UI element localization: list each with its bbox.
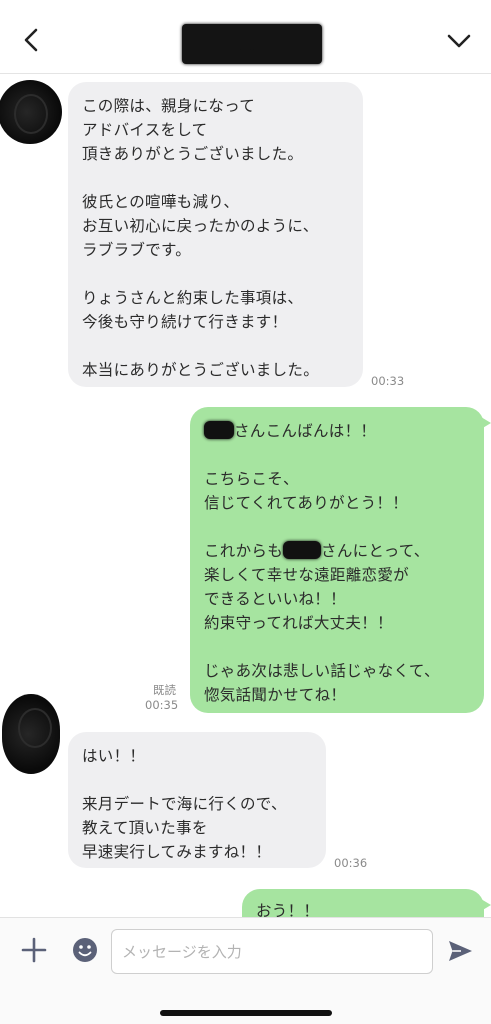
message-time: 00:33 [371, 374, 405, 388]
redaction-mark [283, 541, 322, 559]
message-text: こちらこそ、 信じてくれてありがとう！！ [204, 470, 409, 512]
message-list[interactable]: この際は、親身になって アドバイスをして 頂きありがとうございました。 彼氏との… [0, 74, 491, 917]
read-receipt: 既読 [153, 683, 176, 697]
message-text: これからも [204, 542, 284, 560]
outgoing-message[interactable]: さんこんばんは！！ こちらこそ、 信じてくれてありがとう！！ これからも さんにと… [190, 407, 491, 713]
message-input-bar [0, 917, 491, 1024]
back-button[interactable] [14, 22, 50, 58]
chat-title-text: ■■■■ [225, 36, 279, 52]
redaction-mark [204, 421, 234, 439]
send-icon [449, 941, 472, 961]
send-button[interactable] [445, 936, 475, 966]
message-text: じゃあ次は悲しい話じゃなくて、 惚気話聞かせてね！ [204, 662, 440, 704]
add-attachment-button[interactable] [18, 934, 50, 966]
chat-menu-button[interactable] [441, 22, 477, 58]
avatar[interactable] [0, 80, 62, 144]
chat-title: ■■■■ [182, 24, 322, 64]
smiley-icon [73, 938, 97, 962]
avatar[interactable] [2, 694, 60, 774]
outgoing-message[interactable]: おう！！ [242, 889, 491, 917]
message-text: 楽しくて幸せな遠距離恋愛が できるといいね！！ 約束守ってれば大丈夫！！ [204, 566, 409, 632]
incoming-message[interactable]: はい！！ 来月デートで海に行くので、 教えて頂いた事を 早速実行してみますね！！ [68, 732, 326, 868]
home-indicator [160, 1010, 332, 1016]
message-time: 00:36 [334, 856, 368, 870]
message-input[interactable] [111, 929, 433, 974]
incoming-message[interactable]: この際は、親身になって アドバイスをして 頂きありがとうございました。 彼氏との… [68, 82, 363, 387]
message-text: さんこんばんは！！ [234, 422, 377, 440]
chevron-left-icon [24, 28, 38, 52]
message-time: 00:35 [145, 698, 179, 712]
emoji-button[interactable] [70, 935, 100, 965]
chat-header: ■■■■ [0, 0, 491, 74]
plus-icon [21, 937, 47, 963]
chevron-down-icon [447, 34, 471, 48]
message-text: さんにとって、 [321, 542, 430, 560]
